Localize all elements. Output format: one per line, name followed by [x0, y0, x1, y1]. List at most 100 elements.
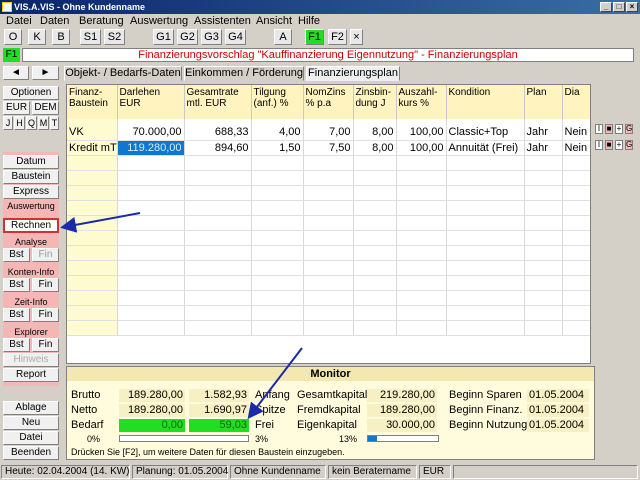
toolbar-o-button[interactable]: O [4, 29, 22, 45]
pct-right-label: 13% [339, 434, 358, 444]
toolbar-s1-button[interactable]: S1 [80, 29, 101, 45]
tab-einkommen-foerderung[interactable]: Einkommen / Förderung [184, 66, 304, 81]
cell-nomzins[interactable]: 7,50 [303, 140, 354, 156]
beenden-button[interactable]: Beenden [3, 446, 59, 460]
col-header-kondition: Kondition [446, 85, 525, 119]
period-j-button[interactable]: J [3, 116, 13, 130]
cell-gesamtrate[interactable]: 894,60 [184, 140, 252, 156]
cell-gesamtrate[interactable]: 688,33 [184, 125, 252, 141]
minimize-button[interactable]: _ [600, 2, 612, 12]
table-row[interactable]: Kredit mT 119.280,00 894,60 1,50 7,50 8,… [67, 140, 590, 156]
cell-kondition[interactable]: Classic+Top [446, 125, 525, 141]
datum-button[interactable]: Datum [3, 155, 59, 169]
eur-button[interactable]: EUR [3, 101, 30, 115]
konten-bst-button[interactable]: Bst [3, 278, 30, 292]
fremdkapital-label: Fremdkapital [297, 404, 361, 416]
menu-datei[interactable]: Datei [6, 14, 32, 28]
toolbar-g3-button[interactable]: G3 [201, 29, 222, 45]
row-insert-icon[interactable]: I [595, 124, 603, 134]
analyse-bst-button[interactable]: Bst [3, 248, 30, 262]
period-t-button[interactable]: T [50, 116, 59, 130]
toolbar-g2-button[interactable]: G2 [177, 29, 198, 45]
cell-darlehen[interactable]: 119.280,00 [117, 140, 185, 156]
neu-button[interactable]: Neu [3, 416, 59, 430]
cell-auszahlkurs[interactable]: 100,00 [396, 125, 447, 141]
close-window-button[interactable]: × [626, 2, 638, 12]
cell-plan[interactable]: Jahr [524, 140, 563, 156]
datei-button[interactable]: Datei [3, 431, 59, 445]
cell-plan[interactable]: Jahr [524, 125, 563, 141]
beginn-sparen-value: 01.05.2004 [527, 389, 589, 402]
beginn-finanz-value: 01.05.2004 [527, 404, 589, 417]
period-q-button[interactable]: Q [26, 116, 37, 130]
konten-fin-button[interactable]: Fin [32, 278, 59, 292]
menu-assistenten[interactable]: Assistenten [194, 14, 251, 28]
cell-dia[interactable]: Nein [562, 125, 590, 141]
row-insert-icon[interactable]: I [595, 140, 603, 150]
cell-zinsbindung[interactable]: 8,00 [353, 140, 397, 156]
menu-ansicht[interactable]: Ansicht [256, 14, 292, 28]
report-button[interactable]: Report [3, 368, 59, 382]
cell-baustein[interactable]: VK [67, 125, 118, 141]
ablage-button[interactable]: Ablage [3, 401, 59, 415]
hinweis-button[interactable]: Hinweis [3, 353, 59, 367]
status-waehrung: EUR [419, 465, 451, 479]
cell-nomzins[interactable]: 7,00 [303, 125, 354, 141]
table-row[interactable]: VK 70.000,00 688,33 4,00 7,00 8,00 100,0… [67, 125, 590, 141]
zeit-bst-button[interactable]: Bst [3, 308, 30, 322]
baustein-button[interactable]: Baustein [3, 170, 59, 184]
cell-tilgung[interactable]: 1,50 [251, 140, 304, 156]
cell-baustein[interactable]: Kredit mT [67, 140, 118, 156]
bedarf-label: Bedarf [71, 419, 104, 431]
toolbar-f2-button[interactable]: F2 [328, 29, 347, 45]
cell-kondition[interactable]: Annuität (Frei) [446, 140, 525, 156]
spitze-label: Spitze [255, 404, 286, 416]
menu-hilfe[interactable]: Hilfe [298, 14, 320, 28]
toolbar-g1-button[interactable]: G1 [153, 29, 174, 45]
toolbar-a-button[interactable]: A [274, 29, 292, 45]
toolbar-g4-button[interactable]: G4 [225, 29, 246, 45]
col-header-gesamtrate: Gesamtrate mtl. EUR [184, 85, 252, 119]
rechnen-button[interactable]: Rechnen [3, 218, 59, 233]
express-button[interactable]: Express [3, 185, 59, 199]
col-header-tilgung: Tilgung (anf.) % [251, 85, 304, 119]
nav-next-button[interactable]: ► [32, 66, 59, 80]
konten-info-label: Konten-Info [7, 267, 55, 277]
dem-button[interactable]: DEM [32, 101, 59, 115]
cell-darlehen[interactable]: 70.000,00 [117, 125, 185, 141]
nav-prev-button[interactable]: ◄ [3, 66, 29, 80]
explorer-bst-button[interactable]: Bst [3, 338, 30, 352]
netto-rate: 1.690,97 [189, 404, 249, 417]
toolbar-close-button[interactable]: × [350, 29, 363, 45]
frei-label: Frei [255, 419, 274, 431]
period-m-button[interactable]: M [38, 116, 49, 130]
menu-daten[interactable]: Daten [40, 14, 69, 28]
row-delete-icon[interactable]: ■ [605, 124, 613, 134]
toolbar-k-button[interactable]: K [28, 29, 46, 45]
row-add-icon[interactable]: + [615, 124, 623, 134]
tab-objekt-bedarf[interactable]: Objekt- / Bedarfs-Daten [64, 66, 182, 81]
cell-zinsbindung[interactable]: 8,00 [353, 125, 397, 141]
cell-dia[interactable]: Nein [562, 140, 590, 156]
period-h-button[interactable]: H [14, 116, 25, 130]
row-graph-icon[interactable]: G [625, 140, 633, 150]
status-planung: Planung: 01.05.2004 [132, 465, 228, 479]
beginn-sparen-label: Beginn Sparen [449, 389, 522, 401]
explorer-fin-button[interactable]: Fin [32, 338, 59, 352]
cell-tilgung[interactable]: 4,00 [251, 125, 304, 141]
toolbar-b-button[interactable]: B [52, 29, 70, 45]
analyse-fin-button[interactable]: Fin [32, 248, 59, 262]
cell-auszahlkurs[interactable]: 100,00 [396, 140, 447, 156]
menu-beratung[interactable]: Beratung [79, 14, 124, 28]
row-graph-icon[interactable]: G [625, 124, 633, 134]
zeit-fin-button[interactable]: Fin [32, 308, 59, 322]
explorer-label: Explorer [14, 327, 48, 337]
optionen-button[interactable]: Optionen [3, 86, 59, 100]
toolbar-f1-button[interactable]: F1 [305, 29, 324, 45]
tab-finanzierungsplan[interactable]: Finanzierungsplan [306, 66, 400, 81]
row-delete-icon[interactable]: ■ [605, 140, 613, 150]
toolbar-s2-button[interactable]: S2 [104, 29, 125, 45]
maximize-button[interactable]: □ [613, 2, 625, 12]
menu-auswertung[interactable]: Auswertung [130, 14, 188, 28]
row-add-icon[interactable]: + [615, 140, 623, 150]
